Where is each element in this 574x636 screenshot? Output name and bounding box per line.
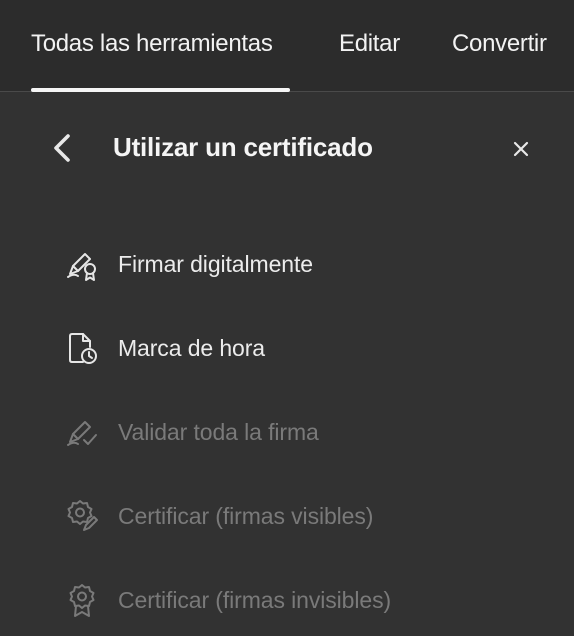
- top-navigation-bar: Todas las herramientas Editar Convertir: [0, 0, 574, 92]
- badge-pen-icon: [62, 496, 102, 536]
- tab-edit[interactable]: Editar: [339, 30, 400, 58]
- menu-item-sign-digitally[interactable]: Firmar digitalmente: [56, 234, 536, 294]
- panel-header: Utilizar un certificado: [0, 112, 574, 184]
- menu-item-validate-all-signatures[interactable]: Validar toda la firma: [56, 402, 536, 462]
- menu-item-label: Certificar (firmas invisibles): [118, 586, 392, 613]
- tab-convert[interactable]: Convertir: [452, 30, 547, 58]
- pen-check-icon: [62, 412, 102, 452]
- menu-item-label: Firmar digitalmente: [118, 250, 313, 277]
- panel-title: Utilizar un certificado: [113, 132, 373, 162]
- chevron-left-icon: [54, 134, 70, 162]
- ribbon-badge-icon: [62, 580, 102, 620]
- menu-item-label: Validar toda la firma: [118, 418, 319, 445]
- sign-certificate-icon: [62, 244, 102, 284]
- tab-all-tools[interactable]: Todas las herramientas: [31, 30, 273, 58]
- back-button[interactable]: [44, 128, 80, 168]
- menu-item-certify-visible[interactable]: Certificar (firmas visibles): [56, 486, 536, 546]
- document-clock-icon: [62, 328, 102, 368]
- close-button[interactable]: [504, 132, 538, 166]
- menu-item-timestamp[interactable]: Marca de hora: [56, 318, 536, 378]
- menu-item-certify-invisible[interactable]: Certificar (firmas invisibles): [56, 570, 536, 630]
- close-icon: [513, 141, 529, 157]
- menu-item-label: Marca de hora: [118, 334, 265, 361]
- active-tab-indicator: [31, 88, 290, 92]
- menu-item-label: Certificar (firmas visibles): [118, 502, 374, 529]
